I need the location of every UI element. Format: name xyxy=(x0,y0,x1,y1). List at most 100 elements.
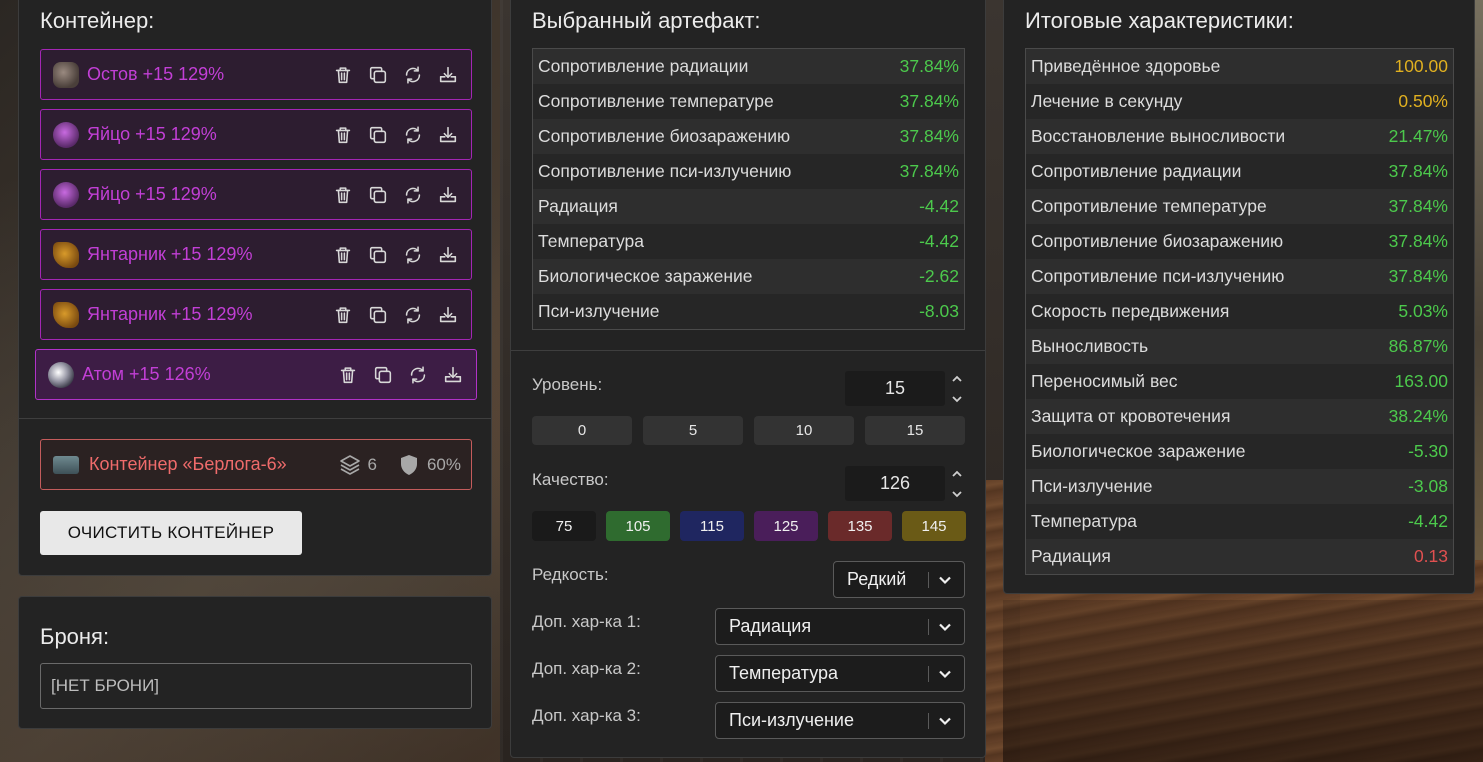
chevron-up-icon[interactable] xyxy=(951,469,963,479)
quality-preset-button[interactable]: 135 xyxy=(828,511,892,541)
delete-button[interactable] xyxy=(337,364,359,386)
selected-stats-table: Сопротивление радиации 37.84% Сопротивлени… xyxy=(532,48,965,330)
level-preset-button[interactable]: 15 xyxy=(865,416,965,445)
artifact-list: Остов +15 129% Яйцо +15 129% Яйцо +15 129%… xyxy=(35,49,477,409)
armor-select[interactable]: [НЕТ БРОНИ] xyxy=(40,663,472,709)
stat-label: Пси-излучение xyxy=(1031,476,1153,496)
copy-button[interactable] xyxy=(367,124,389,146)
stat-row: Температура -4.42 xyxy=(1026,504,1453,539)
stat-label: Сопротивление радиации xyxy=(538,56,749,76)
copy-button[interactable] xyxy=(367,304,389,326)
artifact-name: Янтарник +15 129% xyxy=(87,244,253,264)
artifact-item[interactable]: Остов +15 129% xyxy=(40,49,472,100)
extra3-value: Пси-излучение xyxy=(729,710,854,730)
delete-button[interactable] xyxy=(332,124,354,146)
artifact-item[interactable]: Атом +15 126% xyxy=(35,349,477,400)
artifact-thumbnail xyxy=(53,181,79,208)
extra3-select[interactable]: Пси-излучение xyxy=(715,702,965,739)
copy-button[interactable] xyxy=(367,244,389,266)
load-button[interactable] xyxy=(437,124,459,146)
load-button[interactable] xyxy=(437,184,459,206)
quality-spinner[interactable] xyxy=(950,469,964,499)
level-spinner[interactable] xyxy=(950,374,964,404)
replace-button[interactable] xyxy=(402,64,424,86)
delete-button[interactable] xyxy=(332,64,354,86)
chevron-down-icon[interactable] xyxy=(951,394,963,404)
stat-row: Сопротивление радиации 37.84% xyxy=(1026,154,1453,189)
stat-value: -3.08 xyxy=(1408,476,1448,496)
artifact-actions xyxy=(332,304,459,326)
stat-row: Лечение в секунду 0.50% xyxy=(1026,84,1453,119)
delete-button[interactable] xyxy=(332,304,354,326)
stat-row: Сопротивление температуре 37.84% xyxy=(533,84,964,119)
load-icon xyxy=(439,66,457,82)
level-preset-button[interactable]: 5 xyxy=(643,416,743,445)
container-meta: 6 60% xyxy=(338,453,461,477)
stat-label: Радиация xyxy=(538,196,618,216)
shield-icon xyxy=(400,454,417,475)
replace-button[interactable] xyxy=(407,364,429,386)
artifact-thumbnail xyxy=(53,301,79,328)
copy-button[interactable] xyxy=(372,364,394,386)
quality-preset-button[interactable]: 115 xyxy=(680,511,744,541)
chevron-down-icon[interactable] xyxy=(951,489,963,499)
artifact-name: Яйцо +15 129% xyxy=(87,124,217,144)
replace-button[interactable] xyxy=(402,184,424,206)
rarity-value: Редкий xyxy=(847,569,907,589)
artifact-item[interactable]: Янтарник +15 129% xyxy=(40,289,472,340)
load-button[interactable] xyxy=(437,304,459,326)
replace-icon xyxy=(405,65,421,84)
load-button[interactable] xyxy=(442,364,464,386)
stat-value: 37.84% xyxy=(1388,231,1448,251)
copy-button[interactable] xyxy=(367,64,389,86)
stat-value: 38.24% xyxy=(1388,406,1448,426)
load-button[interactable] xyxy=(437,64,459,86)
stat-row: Биологическое заражение -5.30 xyxy=(1026,434,1453,469)
totals-stats-table: Приведённое здоровье 100.00 Лечение в секу… xyxy=(1025,48,1454,575)
quality-preset-button[interactable]: 125 xyxy=(754,511,818,541)
artifact-item[interactable]: Яйцо +15 129% xyxy=(40,169,472,220)
delete-button[interactable] xyxy=(332,184,354,206)
clear-container-button[interactable]: ОЧИСТИТЬ КОНТЕЙНЕР xyxy=(40,511,302,555)
copy-icon xyxy=(369,186,387,203)
stat-row: Приведённое здоровье 100.00 xyxy=(1026,49,1453,84)
stat-row: Пси-излучение -3.08 xyxy=(1026,469,1453,504)
quality-preset-button[interactable]: 145 xyxy=(902,511,966,541)
rarity-select[interactable]: Редкий xyxy=(833,561,965,598)
stat-row: Сопротивление биозаражению 37.84% xyxy=(1026,224,1453,259)
quality-preset-button[interactable]: 105 xyxy=(606,511,670,541)
delete-icon xyxy=(335,66,351,83)
replace-button[interactable] xyxy=(402,304,424,326)
extra1-select[interactable]: Радиация xyxy=(715,608,965,645)
artifact-item[interactable]: Яйцо +15 129% xyxy=(40,109,472,160)
selected-artifact-panel: Выбранный артефакт: Сопротивление радиац… xyxy=(510,0,986,758)
container-card[interactable]: Контейнер «Берлога-6» 6 60% xyxy=(40,439,472,490)
level-input[interactable]: 15 xyxy=(845,371,945,406)
chevron-down-icon xyxy=(939,670,951,678)
replace-button[interactable] xyxy=(402,244,424,266)
copy-button[interactable] xyxy=(367,184,389,206)
delete-icon xyxy=(335,186,351,203)
container-name: Контейнер «Берлога-6» xyxy=(89,454,287,474)
load-button[interactable] xyxy=(437,244,459,266)
quality-input[interactable]: 126 xyxy=(845,466,945,501)
stat-row: Биологическое заражение -2.62 xyxy=(533,259,964,294)
extra2-select[interactable]: Температура xyxy=(715,655,965,692)
stat-value: 0.13 xyxy=(1413,546,1448,566)
chevron-up-icon[interactable] xyxy=(951,374,963,384)
artifact-thumbnail xyxy=(53,121,79,148)
extra1-value: Радиация xyxy=(729,616,812,636)
armor-panel: Броня: [НЕТ БРОНИ] xyxy=(18,596,492,729)
stat-value: 37.84% xyxy=(1388,196,1448,216)
level-preset-button[interactable]: 10 xyxy=(754,416,854,445)
totals-panel: Итоговые характеристики: Приведённое здо… xyxy=(1003,0,1475,594)
delete-icon xyxy=(340,366,356,383)
artifact-name: Яйцо +15 129% xyxy=(87,184,217,204)
quality-preset-button[interactable]: 75 xyxy=(532,511,596,541)
armor-panel-title: Броня: xyxy=(40,624,110,649)
delete-button[interactable] xyxy=(332,244,354,266)
replace-button[interactable] xyxy=(402,124,424,146)
level-preset-button[interactable]: 0 xyxy=(532,416,632,445)
layers-icon xyxy=(339,454,360,475)
artifact-item[interactable]: Янтарник +15 129% xyxy=(40,229,472,280)
